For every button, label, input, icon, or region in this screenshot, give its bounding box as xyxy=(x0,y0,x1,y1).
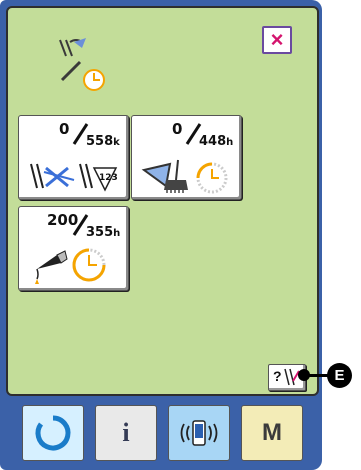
information-key[interactable]: i xyxy=(95,405,157,461)
help-question-label: ? xyxy=(273,368,282,384)
information-icon: i xyxy=(122,418,130,447)
ready-circle-icon xyxy=(35,415,71,451)
cleaning-timer-button[interactable]: 0 448h xyxy=(131,115,242,200)
operation-panel: × 0 558k 123 0 448h 200 355h i M xyxy=(0,0,322,470)
counter-limit: 355h xyxy=(86,225,121,240)
close-icon: × xyxy=(270,27,284,52)
mode-key[interactable]: M xyxy=(241,405,303,461)
ready-key[interactable] xyxy=(22,405,84,461)
oil-timer-button[interactable]: 200 355h xyxy=(18,206,129,291)
thread-counter-button[interactable]: 0 558k 123 xyxy=(18,115,129,200)
counter-limit: 558k xyxy=(86,134,120,149)
mode-icon: M xyxy=(262,419,282,446)
oil-timer-icon xyxy=(35,248,106,284)
communication-key[interactable] xyxy=(168,405,230,461)
callout-badge: E xyxy=(327,363,352,388)
needle-thread-counter-icon: 123 xyxy=(30,163,118,192)
communication-icon xyxy=(180,420,218,446)
maintenance-screen: × 0 558k 123 0 448h 200 355h xyxy=(6,6,319,396)
needle-thread-timer-icon xyxy=(59,38,105,91)
callout-dot xyxy=(298,369,310,381)
counter-value: 0 xyxy=(59,120,70,138)
svg-text:123: 123 xyxy=(99,173,118,183)
counter-value: 0 xyxy=(172,120,183,138)
function-key-bar: i M xyxy=(22,405,312,461)
cleaning-brush-timer-icon xyxy=(141,159,228,194)
close-button[interactable]: × xyxy=(262,26,292,54)
counter-limit: 448h xyxy=(199,134,234,149)
